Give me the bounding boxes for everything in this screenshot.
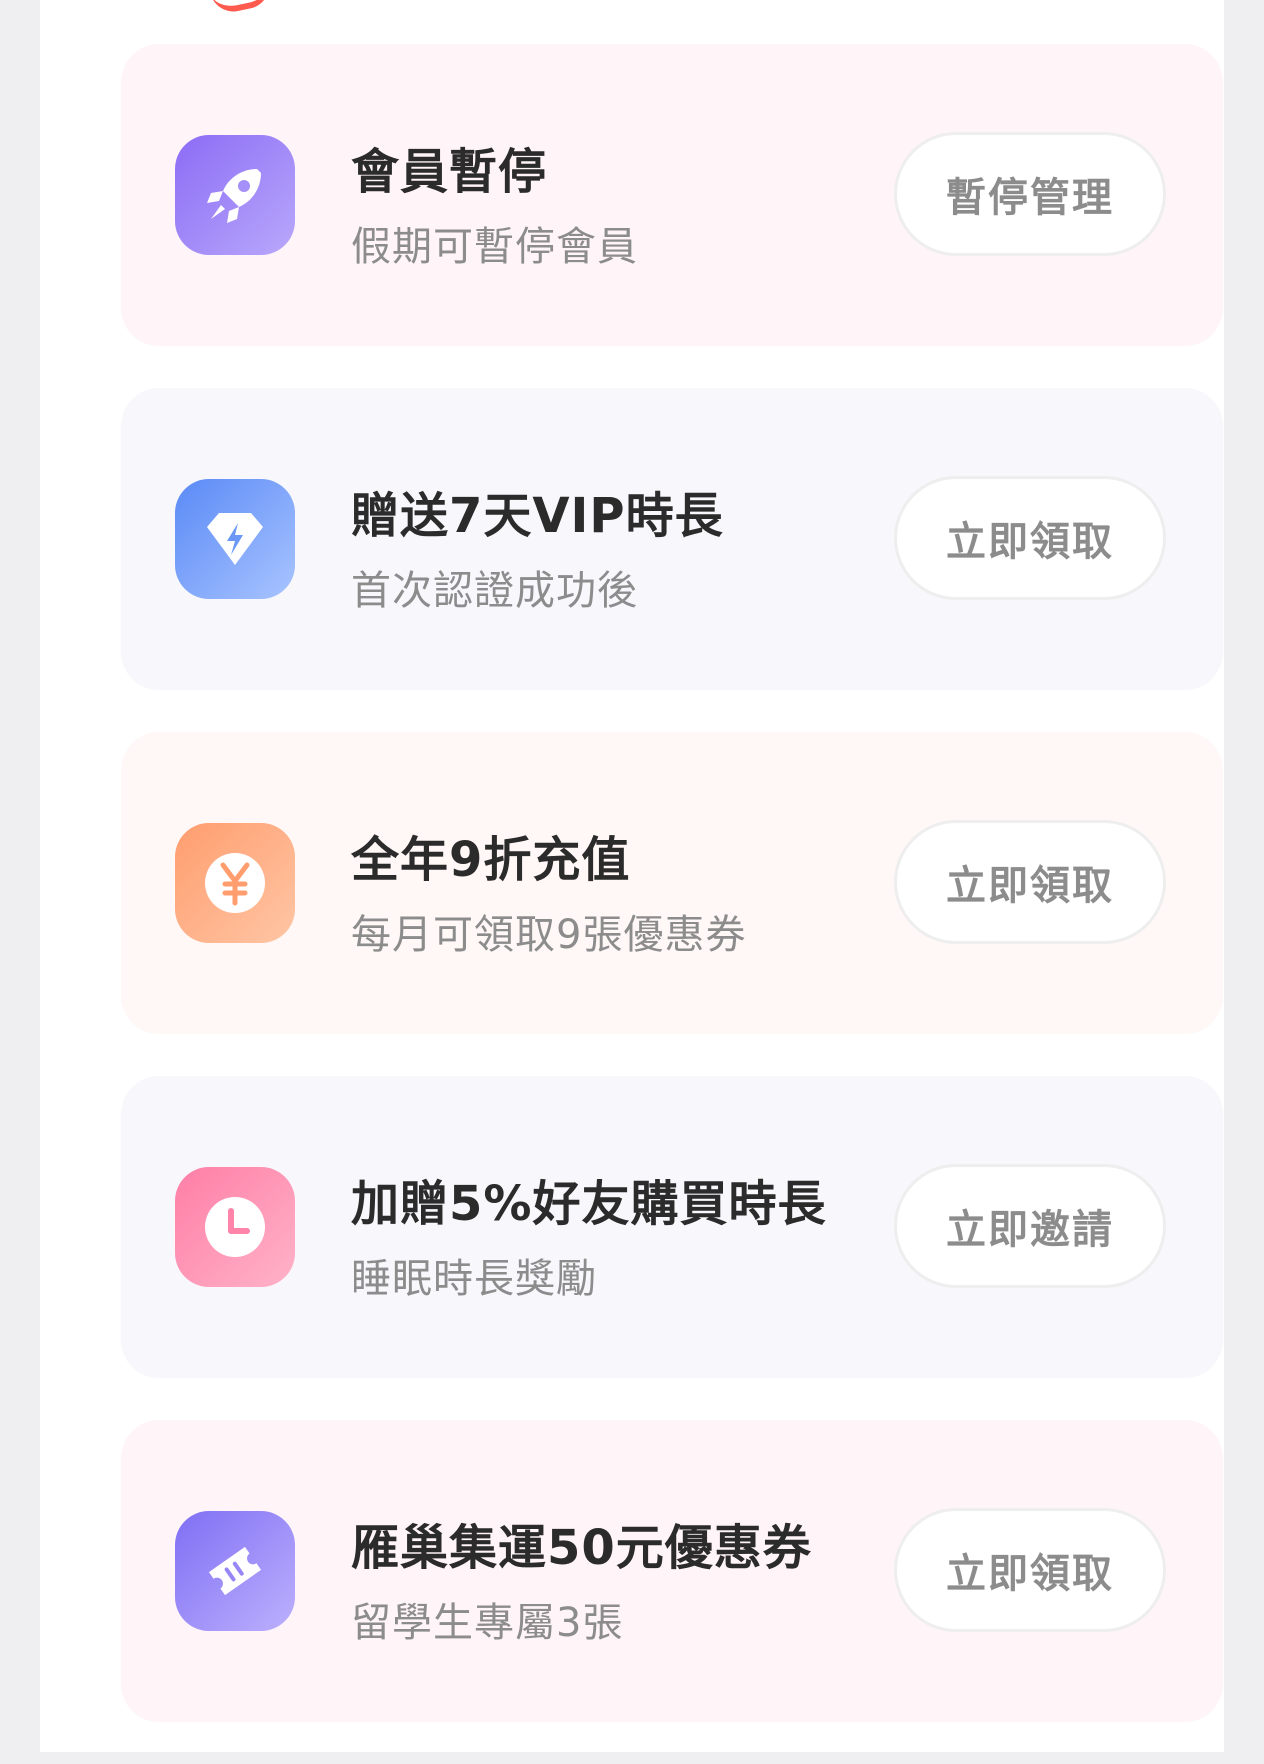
yen-coin-icon [175, 823, 295, 943]
clock-icon [175, 1167, 295, 1287]
benefit-subtitle: 留學生專屬3張 [351, 1600, 624, 1646]
benefit-card-friend-bonus: 加贈5%好友購買時長 睡眠時長獎勵 立即邀請 [121, 1076, 1223, 1378]
invite-friend-button[interactable]: 立即邀請 [894, 1164, 1166, 1288]
pause-management-button[interactable]: 暫停管理 [894, 132, 1166, 256]
benefit-subtitle: 首次認證成功後 [351, 568, 638, 614]
benefit-subtitle: 每月可領取9張優惠券 [351, 912, 747, 958]
diamond-lightning-icon [175, 479, 295, 599]
benefit-title: 加贈5%好友購買時長 [351, 1176, 827, 1232]
benefit-subtitle: 睡眠時長獎勵 [351, 1256, 597, 1302]
benefit-card-shipping-coupon: 雁巢集運50元優惠券 留學生專屬3張 立即領取 [121, 1420, 1223, 1722]
benefit-title: 雁巢集運50元優惠券 [351, 1520, 812, 1576]
benefit-title: 贈送7天VIP時長 [351, 488, 724, 544]
ticket-icon [175, 1511, 295, 1631]
benefit-subtitle: 假期可暫停會員 [351, 224, 638, 270]
rocket-icon [175, 135, 295, 255]
benefits-panel: 會員暫停 假期可暫停會員 暫停管理 贈送7天VIP時長 首次認證成功後 立即領取 [40, 0, 1224, 1752]
benefit-title: 會員暫停 [351, 144, 548, 200]
benefit-card-recharge-discount: 全年9折充值 每月可領取9張優惠券 立即領取 [121, 732, 1223, 1034]
benefit-card-membership-pause: 會員暫停 假期可暫停會員 暫停管理 [121, 44, 1223, 346]
benefit-card-vip-days: 贈送7天VIP時長 首次認證成功後 立即領取 [121, 388, 1223, 690]
benefit-title: 全年9折充值 [351, 832, 631, 888]
claim-discount-button[interactable]: 立即領取 [894, 820, 1166, 944]
benefit-card-list: 會員暫停 假期可暫停會員 暫停管理 贈送7天VIP時長 首次認證成功後 立即領取 [121, 44, 1223, 1764]
claim-vip-button[interactable]: 立即領取 [894, 476, 1166, 600]
claim-coupon-button[interactable]: 立即領取 [894, 1508, 1166, 1632]
header-accent-decoration [210, 0, 274, 16]
